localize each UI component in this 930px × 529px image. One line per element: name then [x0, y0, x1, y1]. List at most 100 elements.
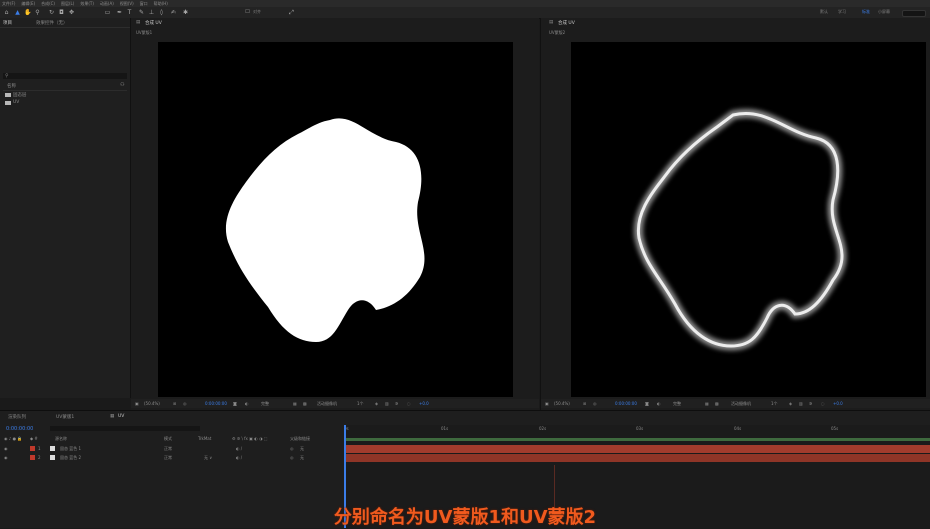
hand-tool-icon[interactable]: ✋ — [24, 9, 31, 16]
menu-composition[interactable]: 合成(C) — [41, 1, 55, 7]
resolution-dropdown[interactable]: 完整 — [261, 401, 269, 407]
exposure-icon[interactable]: ◌ — [407, 401, 411, 406]
exposure-value[interactable]: +0.0 — [833, 401, 843, 406]
tab-uv[interactable]: UV — [118, 414, 124, 419]
timecode[interactable]: 0:00:00:00 — [615, 401, 637, 406]
table-row[interactable]: ◉ 1 固态 蓝色 1 正常 ◐ / ◎ 无 — [0, 445, 342, 453]
visibility-icon[interactable]: ◉ — [4, 455, 8, 460]
viewer-canvas[interactable] — [571, 42, 926, 397]
camera-tool-icon[interactable]: ◘ — [58, 9, 65, 16]
timecode[interactable]: 0:00:00:00 — [205, 401, 227, 406]
lock-icon[interactable]: ▤ — [549, 20, 553, 25]
current-time[interactable]: 0:00:00:00 — [6, 426, 33, 432]
label-color-chip[interactable] — [30, 455, 35, 460]
workspace-standard[interactable]: 标准 — [862, 9, 870, 15]
timeline-icon[interactable]: ▥ — [799, 401, 803, 406]
tab-project[interactable]: 项目 — [3, 20, 12, 26]
menu-layer[interactable]: 图层(L) — [61, 1, 74, 7]
parent-pickwhip-icon[interactable]: ◎ — [290, 455, 294, 460]
layer-parent[interactable]: 无 — [300, 446, 304, 452]
channel-icon[interactable]: ◐ — [245, 401, 249, 406]
transparency-grid-icon[interactable]: ▩ — [303, 401, 307, 406]
exposure-icon[interactable]: ◌ — [821, 401, 825, 406]
fast-preview-icon[interactable]: ◈ — [789, 401, 792, 406]
tab-effect-controls[interactable]: 效果控件（无） — [36, 20, 68, 26]
tab-uv-mask-1[interactable]: UV蒙版1 — [56, 414, 74, 420]
trkmat-dropdown[interactable]: 无 ∨ — [204, 455, 212, 461]
fast-preview-icon[interactable]: ◈ — [375, 401, 378, 406]
mask-toggle-icon[interactable]: ◎ — [593, 401, 597, 406]
clone-stamp-icon[interactable]: ⊥ — [148, 9, 155, 16]
view-dropdown[interactable]: 活动摄像机 — [731, 401, 751, 407]
views-dropdown[interactable]: 1个 — [357, 401, 364, 407]
snapshot-icon[interactable]: ◙ — [645, 401, 649, 406]
view-dropdown[interactable]: 活动摄像机 — [317, 401, 337, 407]
lock-icon[interactable]: ▤ — [136, 20, 140, 25]
switch-icon[interactable]: ◐ / — [236, 446, 242, 451]
hierarchy-icon[interactable]: ⚇ — [120, 82, 124, 88]
puppet-pin-icon[interactable]: ✱ — [182, 9, 189, 16]
switch-icon[interactable]: ◐ / — [236, 455, 242, 460]
layer-bar[interactable] — [344, 445, 930, 453]
tab-render-queue[interactable]: 渲染队列 — [8, 414, 26, 420]
menu-help[interactable]: 帮助(H) — [154, 1, 168, 7]
roi-icon[interactable]: ▦ — [705, 401, 709, 406]
help-search-input[interactable] — [902, 10, 926, 17]
always-preview-icon[interactable]: ▣ — [545, 401, 549, 406]
viewer-canvas[interactable] — [158, 42, 513, 397]
visibility-icon[interactable]: ◉ — [4, 446, 8, 451]
parent-pickwhip-icon[interactable]: ◎ — [290, 446, 294, 451]
menu-file[interactable]: 文件(F) — [2, 1, 15, 7]
menu-effect[interactable]: 效果(T) — [80, 1, 94, 7]
workspace-default[interactable]: 默认 — [820, 9, 828, 15]
layer-search-input[interactable] — [50, 426, 200, 431]
work-area-bar[interactable] — [344, 438, 930, 441]
zoom-dropdown[interactable]: (50.4%) — [144, 401, 160, 406]
workspace-learn[interactable]: 学习 — [838, 9, 846, 15]
flowchart-icon[interactable]: ✲ — [395, 401, 398, 406]
snap-checkbox-icon[interactable]: ☐ — [244, 9, 251, 16]
roi-icon[interactable]: ▦ — [293, 401, 297, 406]
list-item[interactable]: 固态层 — [3, 92, 127, 98]
list-item[interactable]: UV — [3, 100, 127, 106]
eraser-icon[interactable]: ◊ — [158, 9, 165, 16]
label-color-chip[interactable] — [30, 446, 35, 451]
pan-behind-tool-icon[interactable]: ✥ — [68, 9, 75, 16]
layer-mode[interactable]: 正常 — [164, 455, 172, 461]
roto-brush-icon[interactable]: ✍ — [170, 9, 177, 16]
snap-options-icon[interactable]: ⤢ — [288, 9, 295, 16]
viewer-tab[interactable]: 合成 UV — [558, 20, 575, 26]
table-row[interactable]: ◉ 2 固态 蓝色 2 正常 无 ∨ ◐ / ◎ 无 — [0, 454, 342, 462]
workspace-small-screen[interactable]: 小屏幕 — [878, 9, 890, 15]
flowchart-icon[interactable]: ✲ — [809, 401, 812, 406]
layer-mode[interactable]: 正常 — [164, 446, 172, 452]
menu-animation[interactable]: 动画(A) — [100, 1, 114, 7]
menu-edit[interactable]: 编辑(E) — [21, 1, 35, 7]
mask-toggle-icon[interactable]: ◎ — [183, 401, 187, 406]
resolution-dropdown[interactable]: 完整 — [673, 401, 681, 407]
home-icon[interactable]: ⌂ — [3, 9, 10, 16]
viewer-tab[interactable]: 合成 UV — [145, 20, 162, 26]
zoom-dropdown[interactable]: (50.4%) — [554, 401, 570, 406]
exposure-value[interactable]: +0.0 — [419, 401, 429, 406]
viewer-subtab[interactable]: UV蒙版1 — [136, 30, 152, 36]
grid-icon[interactable]: ⊞ — [583, 401, 586, 406]
channel-icon[interactable]: ◐ — [657, 401, 661, 406]
brush-tool-icon[interactable]: ✎ — [138, 9, 145, 16]
pen-tool-icon[interactable]: ✒ — [116, 9, 123, 16]
snapshot-icon[interactable]: ◙ — [233, 401, 237, 406]
layer-bar[interactable] — [344, 454, 930, 462]
project-search-input[interactable]: ⚲ — [3, 73, 127, 79]
layer-parent[interactable]: 无 — [300, 455, 304, 461]
layer-name[interactable]: 固态 蓝色 1 — [60, 446, 81, 452]
views-dropdown[interactable]: 1个 — [771, 401, 778, 407]
type-tool-icon[interactable]: T — [126, 9, 133, 16]
viewer-subtab[interactable]: UV蒙版2 — [549, 30, 565, 36]
menu-window[interactable]: 窗口 — [140, 1, 148, 7]
zoom-tool-icon[interactable]: ⚲ — [34, 9, 41, 16]
always-preview-icon[interactable]: ▣ — [135, 401, 139, 406]
menu-view[interactable]: 视图(V) — [120, 1, 134, 7]
timeline-icon[interactable]: ▥ — [385, 401, 389, 406]
grid-icon[interactable]: ⊞ — [173, 401, 176, 406]
selection-tool-icon[interactable]: ▲ — [14, 9, 21, 16]
